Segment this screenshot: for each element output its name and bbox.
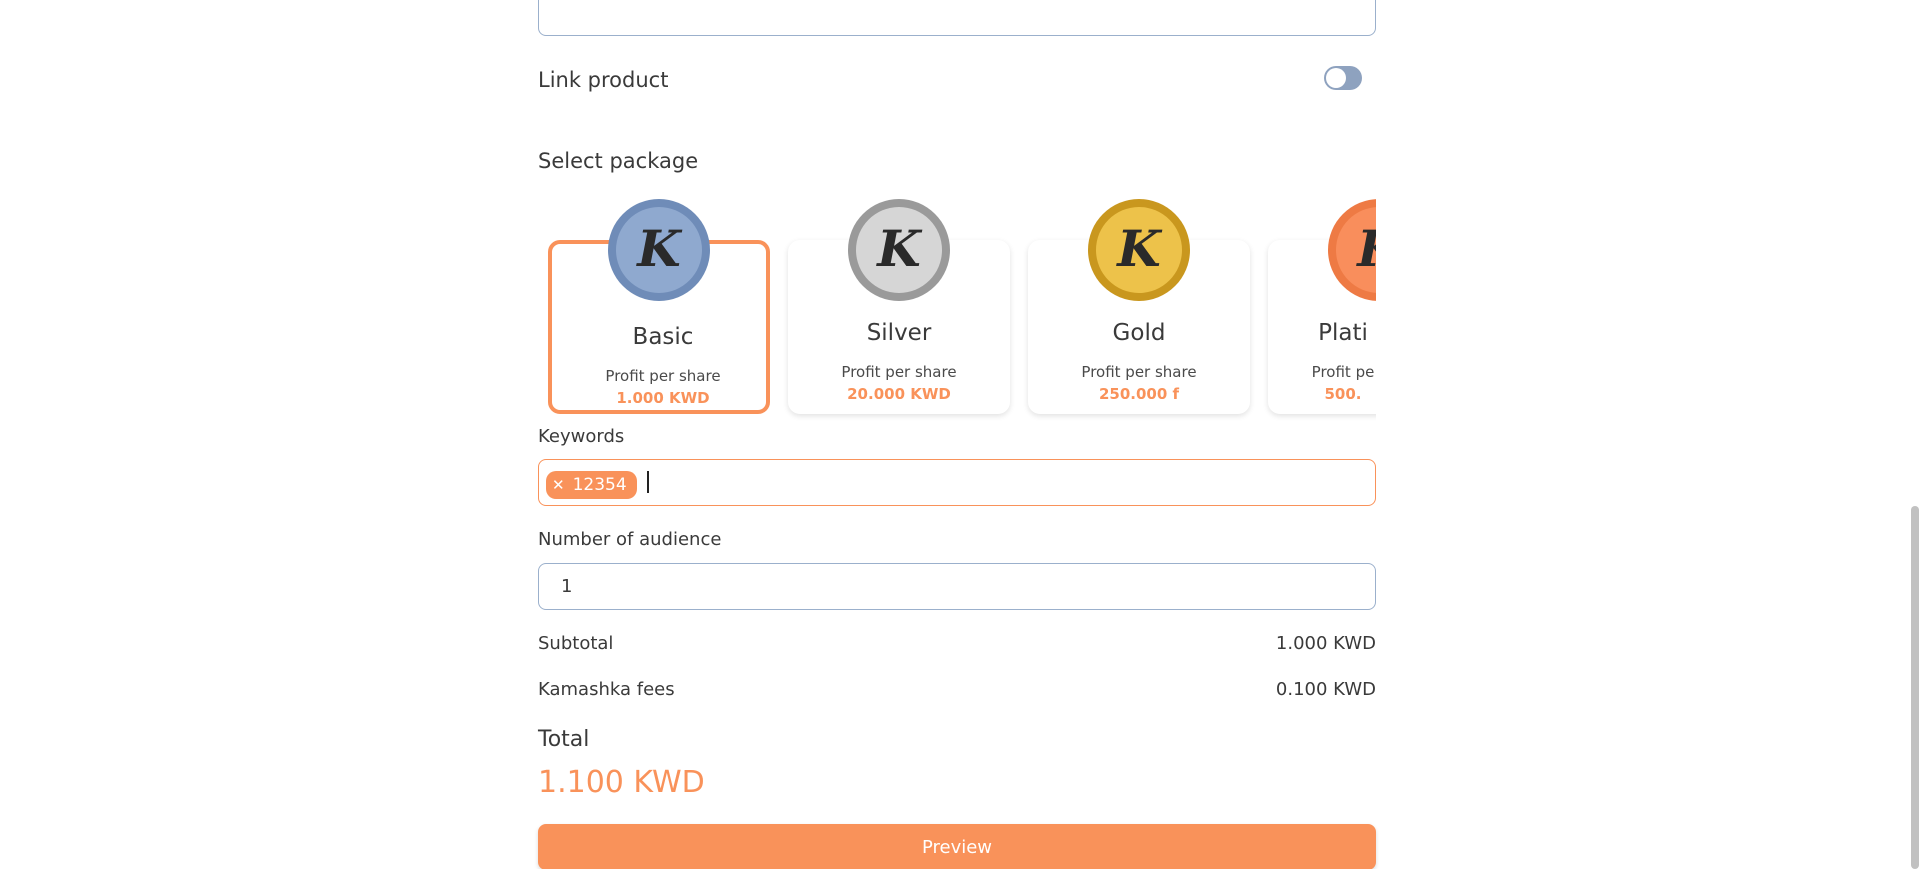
- package-card-gold[interactable]: K Gold Profit per share 250.000 f: [1028, 199, 1250, 414]
- preview-button[interactable]: Preview: [538, 824, 1376, 869]
- package-name: Plati: [1318, 320, 1368, 346]
- subtotal-value: 1.000 KWD: [1275, 633, 1376, 654]
- subtotal-label: Subtotal: [538, 633, 614, 654]
- select-package-title: Select package: [538, 149, 699, 173]
- link-product-row: Link product: [538, 66, 1376, 96]
- package-card-basic[interactable]: K Basic Profit per share 1.000 KWD: [548, 199, 770, 414]
- text-caret: [647, 471, 649, 493]
- audience-label: Number of audience: [538, 529, 722, 550]
- description-field[interactable]: [538, 0, 1376, 36]
- fees-value: 0.100 KWD: [1275, 679, 1376, 700]
- keywords-label: Keywords: [538, 426, 625, 447]
- keyword-chip: ✕ 12354: [546, 471, 637, 499]
- fees-row: Kamashka fees 0.100 KWD: [538, 679, 1376, 703]
- package-profit-value: 500.: [1324, 385, 1362, 403]
- scrollbar-thumb[interactable]: [1911, 506, 1919, 869]
- link-product-toggle[interactable]: [1324, 66, 1362, 90]
- package-profit-label: Profit per share: [1081, 363, 1197, 381]
- link-product-label: Link product: [538, 68, 669, 92]
- keyword-chip-label: 12354: [572, 475, 627, 495]
- package-profit-value: 1.000 KWD: [616, 389, 710, 407]
- total-value: 1.100 KWD: [538, 765, 705, 800]
- scrollbar-track[interactable]: [1910, 0, 1920, 869]
- fees-label: Kamashka fees: [538, 679, 675, 700]
- package-name: Silver: [866, 320, 932, 346]
- package-profit-label: Profit per share: [605, 367, 721, 385]
- platinum-coin-icon: K: [1328, 199, 1376, 301]
- package-profit-label: Profit pe: [1311, 363, 1375, 381]
- total-label: Total: [538, 727, 590, 752]
- silver-coin-icon: K: [848, 199, 950, 301]
- remove-chip-icon[interactable]: ✕: [552, 476, 565, 494]
- package-name: Gold: [1112, 320, 1166, 346]
- audience-input[interactable]: [538, 563, 1376, 610]
- package-name: Basic: [632, 324, 694, 350]
- subtotal-row: Subtotal 1.000 KWD: [538, 633, 1376, 657]
- basic-coin-icon: K: [608, 199, 710, 301]
- toggle-knob: [1326, 68, 1346, 88]
- package-card-platinum[interactable]: K Plati Profit pe 500.: [1268, 199, 1376, 414]
- keywords-input[interactable]: ✕ 12354: [538, 459, 1376, 506]
- package-profit-value: 250.000 f: [1098, 385, 1180, 403]
- gold-coin-icon: K: [1088, 199, 1190, 301]
- package-profit-label: Profit per share: [841, 363, 957, 381]
- package-carousel: K Basic Profit per share 1.000 KWD K Sil…: [538, 196, 1376, 426]
- package-card-silver[interactable]: K Silver Profit per share 20.000 KWD: [788, 199, 1010, 414]
- package-profit-value: 20.000 KWD: [847, 385, 951, 403]
